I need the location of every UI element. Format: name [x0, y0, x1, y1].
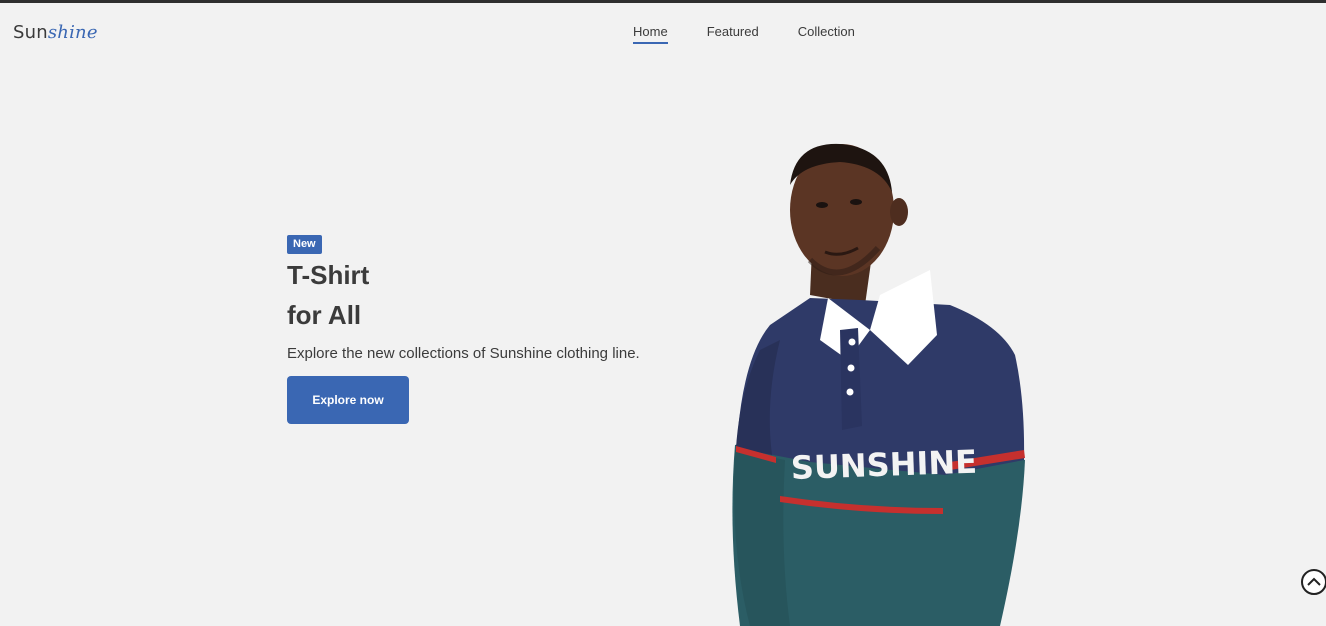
nav-item-home[interactable]: Home — [633, 24, 668, 44]
main-nav: Home Featured Collection — [633, 24, 855, 44]
hero-description: Explore the new collections of Sunshine … — [287, 345, 640, 362]
chevron-up-icon — [1307, 577, 1321, 586]
new-badge: New — [287, 235, 322, 254]
hero-title: T-Shirt for All — [287, 255, 707, 335]
brand-logo-part1: Sun — [13, 22, 48, 43]
nav-item-collection[interactable]: Collection — [798, 24, 855, 44]
brand-logo-part2: shine — [47, 22, 98, 43]
hero-content: New T-Shirt for All Explore the new coll… — [287, 234, 707, 424]
brand-logo[interactable]: Sunshine — [13, 22, 98, 43]
hero-model-image: SUNSHINE — [732, 143, 1025, 626]
hero-title-line1: T-Shirt — [287, 260, 370, 290]
shirt-print-text: SUNSHINE — [790, 443, 977, 487]
scroll-to-top-button[interactable] — [1301, 569, 1326, 595]
hero-title-line2: for All — [287, 300, 362, 330]
site-header: Sunshine Home Featured Collection — [0, 3, 1326, 63]
nav-item-featured[interactable]: Featured — [707, 24, 759, 44]
explore-now-button[interactable]: Explore now — [287, 376, 409, 424]
